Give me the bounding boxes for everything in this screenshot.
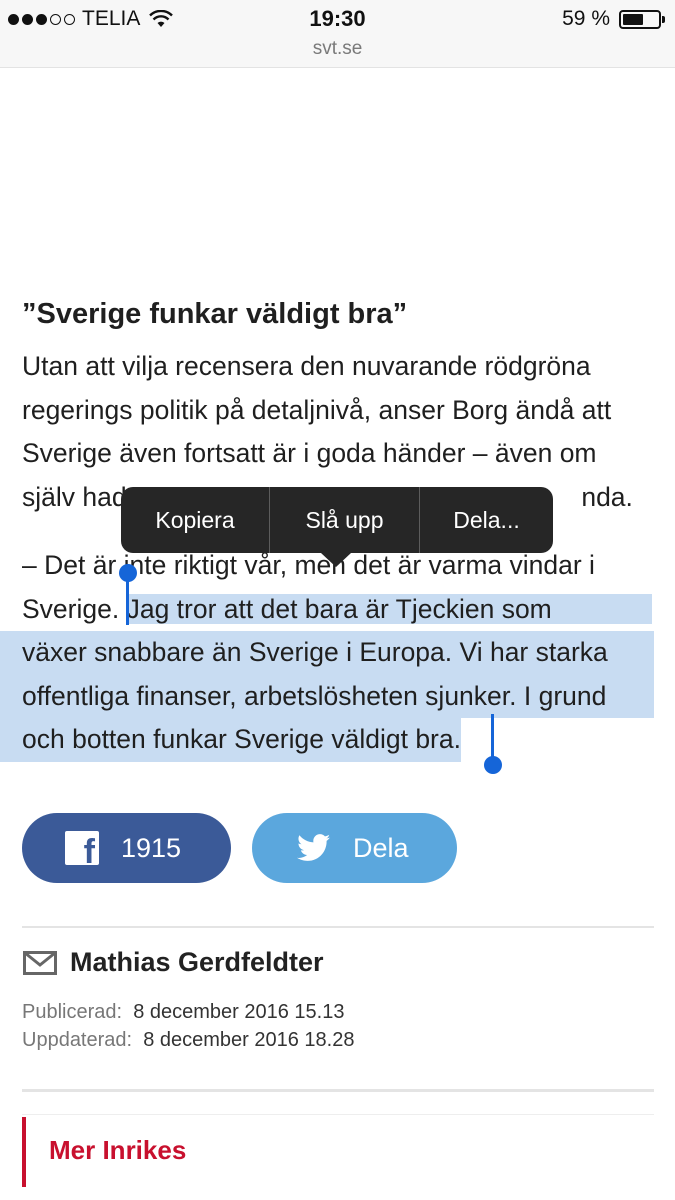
facebook-share-button[interactable]: f 1915 xyxy=(22,813,231,883)
battery-icon xyxy=(619,9,665,29)
facebook-icon: f xyxy=(65,831,99,865)
updated-label: Uppdaterad: xyxy=(22,1029,133,1051)
author-name[interactable]: Mathias Gerdfeldter xyxy=(70,947,324,978)
article-paragraph-selected[interactable]: – Det är inte riktigt vår, men det är va… xyxy=(0,544,662,762)
selected-text[interactable]: växer snabbare än Sverige i Europa. Vi h… xyxy=(0,631,654,675)
share-menu-item[interactable]: Dela... xyxy=(420,487,553,553)
twitter-share-label: Dela xyxy=(353,832,409,863)
article-paragraph: partier har ett väldigt stort ansvar att… xyxy=(22,56,662,274)
divider xyxy=(22,1089,654,1092)
published-label: Publicerad: xyxy=(22,1001,123,1023)
text-line: och botten funkar Sverige väldigt bra. xyxy=(0,718,662,762)
divider xyxy=(22,1114,654,1115)
text-line: mer samarbete mellan moderater och xyxy=(22,192,464,223)
selected-text[interactable]: och botten funkar Sverige väldigt bra. xyxy=(0,718,461,762)
selected-text[interactable]: offentliga finanser, arbetslösheten sjun… xyxy=(0,674,654,718)
text-line: Sverige. Jag tror att det bara är Tjecki… xyxy=(22,588,662,632)
selection-start-caret xyxy=(126,573,129,625)
text-line: växer snabbare än Sverige i Europa. Vi h… xyxy=(0,631,662,675)
status-bar: TELIA 19:30 59 % xyxy=(0,0,675,38)
divider xyxy=(22,926,654,928)
text-line: socialdemokrater. xyxy=(22,236,230,266)
text-line: uppgörelse, och det kommer att krävas my… xyxy=(22,149,572,179)
more-section-link[interactable]: Mer Inrikes xyxy=(49,1135,186,1166)
text-line: regerings politik på detaljnivå, anser B… xyxy=(22,394,612,425)
twitter-share-button[interactable]: Dela xyxy=(252,813,457,883)
selection-end-handle[interactable] xyxy=(484,756,502,774)
text-line: relation till varandra. Det behövs mer a… xyxy=(22,105,491,136)
text-line: Sverige även fortsatt är i goda händer –… xyxy=(22,438,597,468)
battery-percent: 59 % xyxy=(562,7,610,30)
url-bar[interactable]: svt.se xyxy=(0,38,675,68)
selected-text[interactable]: Jag tror att det bara är Tjeckien som xyxy=(126,593,652,624)
mail-icon[interactable] xyxy=(23,951,57,975)
facebook-share-count: 1915 xyxy=(121,832,182,863)
url-text: svt.se xyxy=(312,38,363,59)
published-row: Publicerad: 8 december 2016 15.13 xyxy=(22,1001,344,1024)
battery-level xyxy=(623,13,644,25)
updated-date: 8 december 2016 18.28 xyxy=(143,1029,355,1051)
copy-menu-item[interactable]: Kopiera xyxy=(121,487,269,553)
battery-group: 59 % xyxy=(562,7,665,31)
updated-row: Uppdaterad: 8 december 2016 18.28 xyxy=(22,1029,354,1052)
published-date: 8 december 2016 15.13 xyxy=(133,1001,345,1023)
text-selection-menu: Kopiera Slå upp Dela... xyxy=(121,487,553,567)
lookup-menu-item[interactable]: Slå upp xyxy=(270,487,419,553)
text-line: offentliga finanser, arbetslösheten sjun… xyxy=(0,674,662,718)
text-line: Utan att vilja recensera den nuvarande r… xyxy=(22,351,591,381)
section-heading: ”Sverige funkar väldigt bra” xyxy=(22,298,408,330)
twitter-icon xyxy=(297,834,331,861)
section-accent-bar xyxy=(22,1117,26,1187)
